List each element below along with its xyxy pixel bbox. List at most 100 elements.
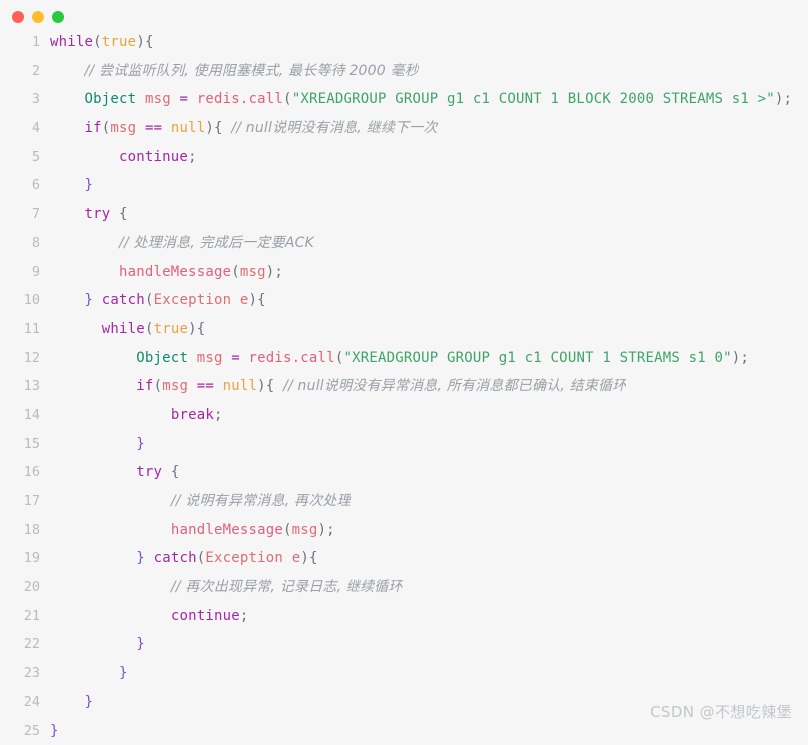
line-number: 2 <box>0 57 50 86</box>
code-line[interactable]: 9 handleMessage(msg); <box>0 258 808 287</box>
token-brace: } <box>85 292 94 308</box>
token-string: "XREADGROUP GROUP g1 c1 COUNT 1 STREAMS … <box>343 350 731 366</box>
code-line[interactable]: 13 if(msg == null){ // null说明没有异常消息, 所有消… <box>0 372 808 401</box>
title-bar <box>0 0 808 24</box>
code-line-content: continue; <box>50 602 248 631</box>
minimize-button[interactable] <box>32 11 44 23</box>
token-punct: ){ <box>249 292 266 308</box>
token-punct: ( <box>283 522 292 538</box>
token-comment: // null说明没有消息, 继续下一次 <box>231 120 437 136</box>
indent <box>50 464 136 480</box>
token-brace: } <box>136 550 145 566</box>
token-punct: ( <box>145 321 154 337</box>
token-plain <box>223 350 232 366</box>
token-keyword: if <box>136 378 153 394</box>
token-plain <box>223 120 232 136</box>
token-plain <box>145 550 154 566</box>
indent <box>50 120 85 136</box>
indent <box>50 436 136 452</box>
indent <box>50 665 119 681</box>
indent <box>50 292 85 308</box>
token-plain <box>188 91 197 107</box>
line-number: 25 <box>0 717 50 745</box>
line-number: 5 <box>0 143 50 172</box>
line-number: 11 <box>0 315 50 344</box>
code-line[interactable]: 14 break; <box>0 401 808 430</box>
token-punct: ( <box>93 34 102 50</box>
token-comment: // 尝试监听队列, 使用阻塞模式, 最长等待 2000 毫秒 <box>85 63 419 79</box>
code-line[interactable]: 2 // 尝试监听队列, 使用阻塞模式, 最长等待 2000 毫秒 <box>0 57 808 86</box>
code-line[interactable]: 4 if(msg == null){ // null说明没有消息, 继续下一次 <box>0 114 808 143</box>
indent <box>50 522 171 538</box>
code-line[interactable]: 1while(true){ <box>0 28 808 57</box>
code-line-content: break; <box>50 401 223 430</box>
token-punct: ){ <box>205 120 222 136</box>
code-editor[interactable]: 1while(true){2 // 尝试监听队列, 使用阻塞模式, 最长等待 2… <box>0 24 808 745</box>
code-line[interactable]: 19 } catch(Exception e){ <box>0 544 808 573</box>
line-number: 19 <box>0 544 50 573</box>
code-line[interactable]: 15 } <box>0 430 808 459</box>
code-line[interactable]: 11 while(true){ <box>0 315 808 344</box>
code-line[interactable]: 10 } catch(Exception e){ <box>0 286 808 315</box>
token-var: msg <box>240 264 266 280</box>
code-line[interactable]: 21 continue; <box>0 602 808 631</box>
token-literal: true <box>154 321 189 337</box>
indent <box>50 149 119 165</box>
token-class: Exception <box>154 292 232 308</box>
token-keyword: = <box>231 350 240 366</box>
line-number: 10 <box>0 286 50 315</box>
code-line[interactable]: 6 } <box>0 171 808 200</box>
indent <box>50 63 85 79</box>
code-line[interactable]: 17 // 说明有异常消息, 再次处理 <box>0 487 808 516</box>
code-snippet-window: 1while(true){2 // 尝试监听队列, 使用阻塞模式, 最长等待 2… <box>0 0 808 736</box>
code-line-content: while(true){ <box>50 315 205 344</box>
code-line-content: } <box>50 430 145 459</box>
line-number: 22 <box>0 630 50 659</box>
line-number: 9 <box>0 258 50 287</box>
token-keyword: catch <box>102 292 145 308</box>
token-var: msg <box>292 522 318 538</box>
token-brace: } <box>136 436 145 452</box>
code-line[interactable]: 20 // 再次出现异常, 记录日志, 继续循环 <box>0 573 808 602</box>
code-line-content: } catch(Exception e){ <box>50 544 318 573</box>
code-line[interactable]: 23 } <box>0 659 808 688</box>
code-line-content: // 再次出现异常, 记录日志, 继续循环 <box>50 573 403 602</box>
token-plain <box>188 350 197 366</box>
code-line[interactable]: 3 Object msg = redis.call("XREADGROUP GR… <box>0 85 808 114</box>
token-plain <box>214 378 223 394</box>
token-literal: true <box>102 34 137 50</box>
code-line[interactable]: 16 try { <box>0 458 808 487</box>
token-comment: // 再次出现异常, 记录日志, 继续循环 <box>171 579 403 595</box>
token-keyword: if <box>85 120 102 136</box>
token-var: msg <box>197 350 223 366</box>
line-number: 23 <box>0 659 50 688</box>
close-button[interactable] <box>12 11 24 23</box>
indent <box>50 407 171 423</box>
code-line[interactable]: 8 // 处理消息, 完成后一定要ACK <box>0 229 808 258</box>
token-keyword: break <box>171 407 214 423</box>
code-line[interactable]: 5 continue; <box>0 143 808 172</box>
token-comment: // null说明没有异常消息, 所有消息都已确认, 结束循环 <box>283 378 626 394</box>
indent <box>50 378 136 394</box>
token-literal: null <box>171 120 206 136</box>
zoom-button[interactable] <box>52 11 64 23</box>
code-line[interactable]: 18 handleMessage(msg); <box>0 516 808 545</box>
indent <box>50 235 119 251</box>
token-punct: ); <box>775 91 792 107</box>
token-punct: ; <box>240 608 249 624</box>
token-func: handleMessage <box>119 264 231 280</box>
code-line[interactable]: 12 Object msg = redis.call("XREADGROUP G… <box>0 344 808 373</box>
indent <box>50 579 171 595</box>
code-line[interactable]: 22 } <box>0 630 808 659</box>
token-brace: } <box>85 694 94 710</box>
line-number: 4 <box>0 114 50 143</box>
token-keyword: try <box>85 206 111 222</box>
token-plain <box>274 378 283 394</box>
indent <box>50 264 119 280</box>
token-func: handleMessage <box>171 522 283 538</box>
token-plain <box>136 120 145 136</box>
line-number: 6 <box>0 171 50 200</box>
token-plain <box>93 292 102 308</box>
code-line[interactable]: 7 try { <box>0 200 808 229</box>
line-number: 20 <box>0 573 50 602</box>
